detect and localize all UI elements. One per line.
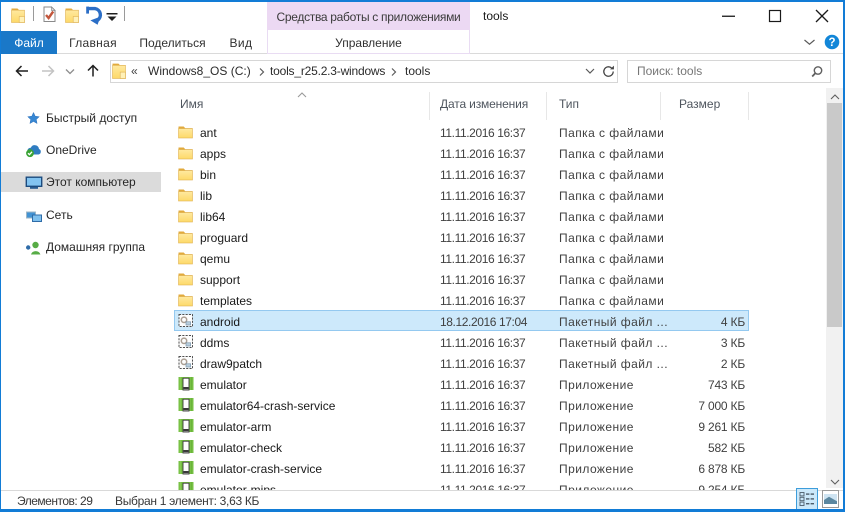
svg-text:?: ?	[828, 37, 835, 49]
